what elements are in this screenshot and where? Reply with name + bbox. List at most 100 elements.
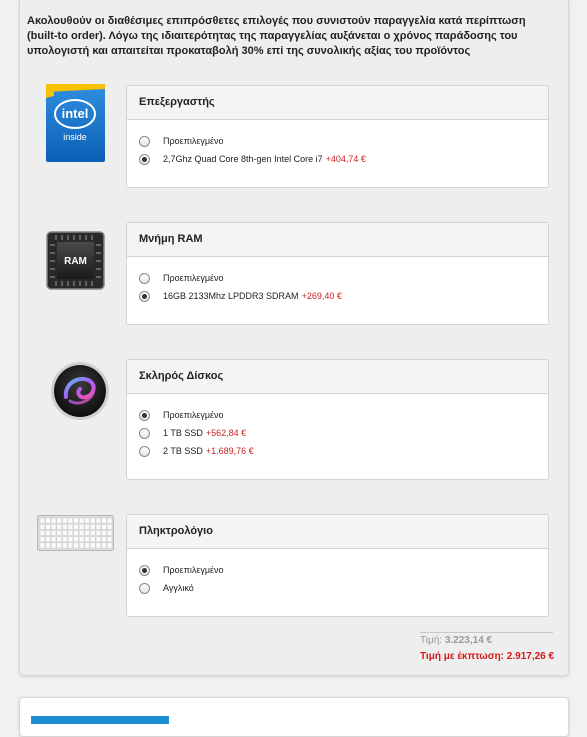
option-price: +404,74 €: [325, 154, 366, 164]
keyboard-key: [56, 536, 62, 543]
radio-button[interactable]: [139, 582, 150, 594]
option-label: 2,7Ghz Quad Core 8th-gen Intel Core i7: [163, 154, 323, 164]
radio-button[interactable]: [139, 427, 150, 439]
fusion-drive-icon: [50, 361, 110, 421]
keyboard-key: [39, 517, 46, 524]
radio-button[interactable]: [139, 445, 150, 457]
keyboard-key: [39, 523, 46, 530]
keyboard-key: [45, 517, 51, 524]
price-line: Τιμή: 3.223,14 €: [420, 635, 553, 646]
discount-price-line: Τιμή με έκπτωση: 2.917,26 €: [420, 651, 554, 662]
next-panel: [19, 697, 569, 737]
keyboard-key: [79, 523, 85, 530]
option-row[interactable]: Προεπιλεγμένο: [127, 406, 548, 424]
keyboard-key: [95, 523, 102, 530]
option-row[interactable]: Αγγλικό: [127, 579, 548, 597]
option-label: 2 TB SSD: [163, 446, 203, 456]
keyboard-key: [90, 542, 96, 549]
keyboard-key: [90, 536, 96, 543]
keyboard-key: [56, 530, 62, 536]
keyboard-key: [50, 517, 57, 524]
radio-button[interactable]: [139, 564, 150, 576]
option-price: +1.689,76 €: [205, 446, 254, 456]
keyboard-icon: [37, 515, 114, 551]
keyboard-key: [84, 523, 90, 530]
keyboard-key: [84, 530, 90, 536]
keyboard-heading: Πληκτρολόγιο: [127, 515, 548, 549]
processor-option-box: Επεξεργαστής Προεπιλεγμένο 2,7Ghz Quad C…: [126, 85, 549, 188]
storage-heading: Σκληρός Δίσκος: [127, 360, 548, 394]
discount-label: Τιμή με έκπτωση:: [420, 651, 505, 662]
keyboard-key: [39, 530, 46, 536]
blue-tab-bar[interactable]: [31, 716, 169, 724]
keyboard-key: [106, 536, 113, 543]
keyboard-key: [101, 523, 107, 530]
radio-button[interactable]: [139, 135, 150, 147]
option-label: 1 TB SSD: [163, 428, 203, 438]
keyboard-key: [56, 517, 62, 524]
option-label: Αγγλικό: [163, 583, 194, 593]
keyboard-key: [67, 542, 74, 549]
keyboard-key: [79, 517, 85, 524]
option-label: Προεπιλεγμένο: [163, 273, 224, 283]
radio-button[interactable]: [139, 153, 150, 165]
option-row[interactable]: 2,7Ghz Quad Core 8th-gen Intel Core i7 +…: [127, 150, 548, 168]
keyboard-key: [62, 536, 68, 543]
keyboard-key: [84, 542, 90, 549]
keyboard-key: [67, 530, 74, 536]
keyboard-key: [73, 530, 79, 536]
keyboard-key: [101, 536, 107, 543]
option-label: Προεπιλεγμένο: [163, 410, 224, 420]
storage-option-box: Σκληρός Δίσκος Προεπιλεγμένο 1 TB SSD +5…: [126, 359, 549, 480]
keyboard-key: [73, 517, 79, 524]
radio-button[interactable]: [139, 409, 150, 421]
keyboard-key: [50, 542, 57, 549]
keyboard-key: [106, 542, 113, 549]
keyboard-key: [73, 523, 79, 530]
keyboard-key: [95, 517, 102, 524]
keyboard-key: [50, 523, 57, 530]
keyboard-key: [101, 542, 107, 549]
keyboard-key: [73, 542, 79, 549]
keyboard-key: [79, 542, 85, 549]
keyboard-key: [90, 523, 96, 530]
keyboard-key: [50, 530, 57, 536]
radio-button[interactable]: [139, 272, 150, 284]
keyboard-key: [95, 530, 102, 536]
keyboard-key: [84, 536, 90, 543]
keyboard-key: [101, 517, 107, 524]
keyboard-key: [79, 536, 85, 543]
ram-chip-text: RAM: [64, 256, 87, 267]
option-row[interactable]: 2 TB SSD +1.689,76 €: [127, 442, 548, 460]
price-totals: Τιμή: 3.223,14 € Τιμή με έκπτωση: 2.917,…: [420, 632, 554, 662]
keyboard-key: [106, 530, 113, 536]
keyboard-key: [39, 536, 46, 543]
keyboard-key: [50, 536, 57, 543]
keyboard-key: [45, 523, 51, 530]
option-row[interactable]: 16GB 2133Mhz LPDDR3 SDRAM +269,40 €: [127, 287, 548, 305]
keyboard-key: [39, 542, 46, 549]
keyboard-key: [79, 530, 85, 536]
option-label: Προεπιλεγμένο: [163, 565, 224, 575]
keyboard-key: [67, 517, 74, 524]
option-row[interactable]: Προεπιλεγμένο: [127, 132, 548, 150]
keyboard-key: [56, 542, 62, 549]
radio-button[interactable]: [139, 290, 150, 302]
processor-heading: Επεξεργαστής: [127, 86, 548, 120]
keyboard-key: [101, 530, 107, 536]
intel-logo-text: intel: [62, 106, 89, 121]
option-row[interactable]: Προεπιλεγμένο: [127, 269, 548, 287]
option-row[interactable]: 1 TB SSD +562,84 €: [127, 424, 548, 442]
keyboard-key: [62, 542, 68, 549]
option-row[interactable]: Προεπιλεγμένο: [127, 561, 548, 579]
option-label: Προεπιλεγμένο: [163, 136, 224, 146]
price-value: 3.223,14 €: [444, 635, 493, 646]
keyboard-key: [62, 523, 68, 530]
keyboard-key: [62, 517, 68, 524]
keyboard-key: [56, 523, 62, 530]
keyboard-key: [45, 536, 51, 543]
keyboard-key: [95, 536, 102, 543]
ram-heading: Μνήμη RAM: [127, 223, 548, 257]
keyboard-key: [67, 536, 74, 543]
ram-chip-icon: RAM: [46, 231, 105, 290]
